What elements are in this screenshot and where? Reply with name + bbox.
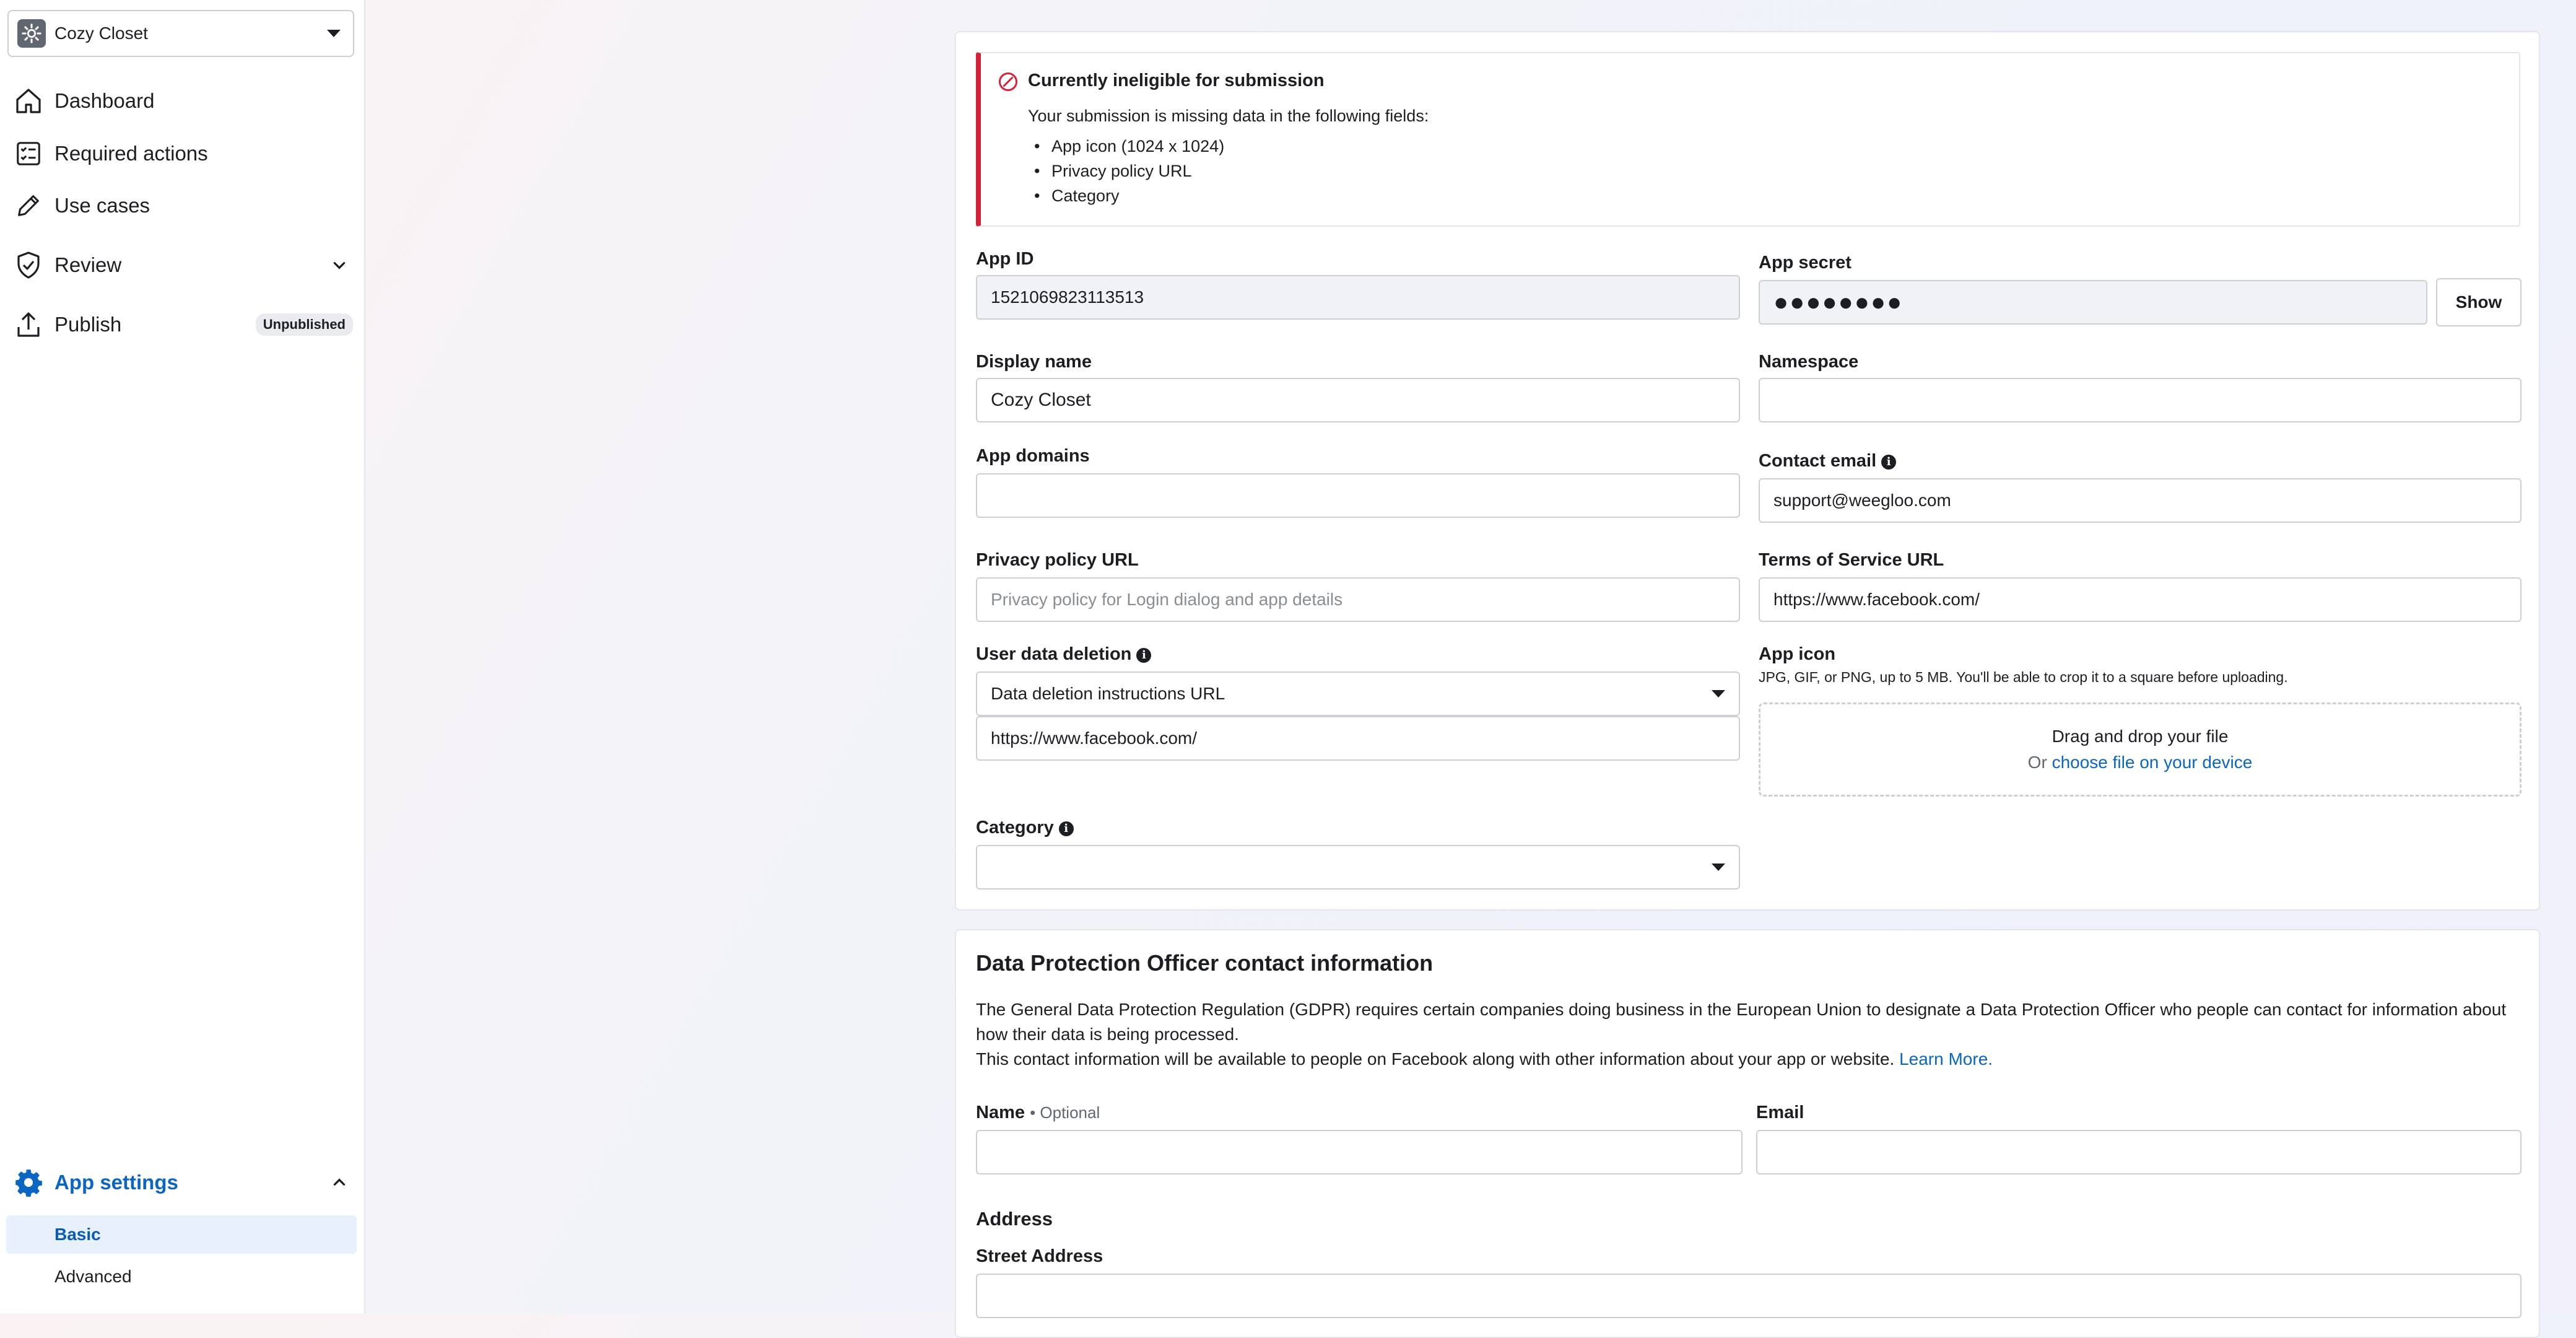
pencil-icon [12,190,45,222]
checklist-icon [12,138,45,170]
display-name-value: Cozy Closet [991,390,1091,410]
contact-email-field[interactable]: support@weegloo.com [1759,478,2522,523]
privacy-url-field[interactable]: Privacy policy for Login dialog and app … [976,577,1740,622]
nav-dashboard[interactable]: Dashboard [12,79,353,123]
app-id-label: App ID [976,249,1034,269]
nav-app-settings[interactable]: App settings [12,1161,353,1204]
contact-email-label-text: Contact email [1759,451,1877,471]
app-icon-hint: JPG, GIF, or PNG, up to 5 MB. You'll be … [1759,669,2288,685]
dpo-panel: Data Protection Officer contact informat… [955,929,2540,1338]
chevron-down-icon [1712,864,1725,871]
dropzone-text: Drag and drop your file [2052,727,2229,746]
dpo-email-field[interactable] [1756,1130,2522,1174]
dropzone-or-line: Or choose file on your device [2028,753,2253,772]
gear-icon [12,1166,45,1199]
dropzone-or-text: Or [2027,753,2047,772]
dpo-title: Data Protection Officer contact informat… [976,950,1434,976]
chevron-up-icon[interactable] [326,1169,353,1196]
missing-fields-list: App icon (1024 x 1024) Privacy policy UR… [1028,134,1224,208]
display-name-field[interactable]: Cozy Closet [976,378,1740,422]
app-id-field[interactable]: 1521069823113513 [976,275,1740,320]
dpo-name-label-text: Name [976,1103,1025,1122]
app-gear-icon [17,19,46,48]
category-label: Category i [976,818,1074,838]
user-data-deletion-selected: Data deletion instructions URL [991,684,1225,703]
app-secret-value: ●●●●●●●● [1773,288,1904,316]
dpo-name-label: Name • Optional [976,1103,1100,1123]
user-data-deletion-label: User data deletion i [976,644,1152,665]
chevron-down-icon [327,30,341,37]
nav-app-settings-label: App settings [54,1171,178,1194]
namespace-field[interactable] [1759,378,2522,422]
address-heading: Address [976,1208,1053,1230]
app-secret-label: App secret [1759,253,1852,273]
data-deletion-url-field[interactable]: https://www.facebook.com/ [976,716,1740,761]
user-data-deletion-label-text: User data deletion [976,644,1132,664]
app-icon-label: App icon [1759,644,1836,664]
dpo-description: The General Data Protection Regulation (… [976,997,2518,1072]
dpo-email-label: Email [1756,1103,1804,1122]
nav-review[interactable]: Review [12,243,353,287]
privacy-url-label: Privacy policy URL [976,550,1139,570]
category-label-text: Category [976,818,1054,837]
dpo-para-2: This contact information will be availab… [976,1047,2518,1072]
contact-email-label: Contact email i [1759,451,1897,471]
street-address-label: Street Address [976,1246,1103,1266]
tos-url-field[interactable]: https://www.facebook.com/ [1759,577,2522,622]
home-icon [12,85,45,117]
shield-check-icon [12,249,45,281]
dpo-para-2-text: This contact information will be availab… [976,1049,1895,1069]
data-deletion-url-value: https://www.facebook.com/ [991,728,1198,748]
nav-publish[interactable]: Publish Unpublished [12,303,353,346]
status-badge: Unpublished [255,313,353,336]
nav-dashboard-label: Dashboard [54,89,155,112]
alert-title: Currently ineligible for submission [1028,71,1325,90]
ineligible-alert: Currently ineligible for submission Your… [976,52,2520,227]
sidebar: Cozy Closet Dashboard Required actions U… [0,0,365,1313]
dpo-para-1: The General Data Protection Regulation (… [976,1000,2507,1044]
nav-required-actions-label: Required actions [54,142,208,165]
nav-use-cases[interactable]: Use cases [12,184,353,227]
category-select[interactable] [976,845,1740,890]
display-name-label: Display name [976,352,1092,372]
chevron-down-icon[interactable] [326,251,353,279]
privacy-url-placeholder: Privacy policy for Login dialog and app … [991,590,1343,609]
app-domains-label: App domains [976,446,1090,466]
subnav-basic[interactable]: Basic [6,1215,357,1254]
info-icon[interactable]: i [1881,455,1897,470]
app-selector-label: Cozy Closet [54,24,148,43]
info-icon[interactable]: i [1058,821,1074,836]
app-selector[interactable]: Cozy Closet [7,10,354,57]
prohibited-icon [997,71,1019,93]
nav-publish-label: Publish [54,313,122,336]
subnav-advanced[interactable]: Advanced [6,1257,357,1296]
nav-use-cases-label: Use cases [54,194,150,217]
choose-file-link[interactable]: choose file on your device [2052,753,2253,772]
app-domains-field[interactable] [976,473,1740,518]
info-icon[interactable]: i [1136,648,1152,663]
basic-settings-panel: Currently ineligible for submission Your… [955,31,2540,911]
app-secret-field[interactable]: ●●●●●●●● [1759,280,2427,325]
list-item: Privacy policy URL [1028,159,1224,183]
tos-url-label: Terms of Service URL [1759,550,1944,570]
list-item: App icon (1024 x 1024) [1028,134,1224,159]
optional-tag: • Optional [1030,1103,1100,1122]
learn-more-link[interactable]: Learn More. [1899,1049,1993,1069]
app-icon-dropzone[interactable]: Drag and drop your file Or choose file o… [1759,702,2522,797]
alert-subtitle: Your submission is missing data in the f… [1028,107,1429,125]
tos-url-value: https://www.facebook.com/ [1773,590,1980,609]
chevron-down-icon [1712,690,1725,697]
street-address-field[interactable] [976,1274,2522,1318]
namespace-label: Namespace [1759,352,1859,372]
nav-review-label: Review [54,253,122,276]
user-data-deletion-select[interactable]: Data deletion instructions URL [976,671,1740,716]
contact-email-value: support@weegloo.com [1773,491,1951,510]
app-id-value: 1521069823113513 [991,287,1144,307]
dpo-name-field[interactable] [976,1130,1743,1174]
nav-required-actions[interactable]: Required actions [12,132,353,175]
upload-icon [12,308,45,341]
list-item: Category [1028,183,1224,208]
show-secret-button[interactable]: Show [2436,278,2522,326]
